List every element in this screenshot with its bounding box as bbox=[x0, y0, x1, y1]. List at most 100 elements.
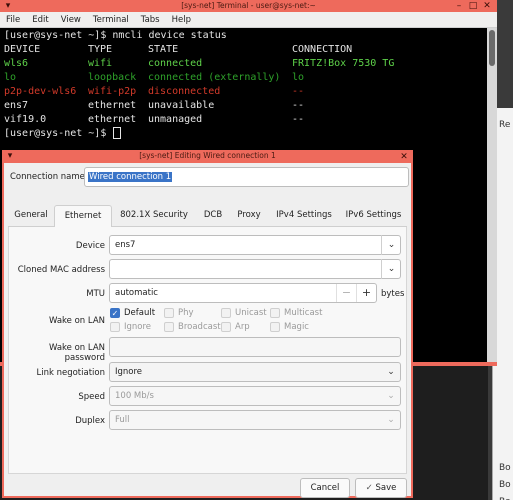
cell: wifi bbox=[88, 58, 113, 69]
tab-ipv4-settings[interactable]: IPv4 Settings bbox=[268, 205, 340, 227]
chevron-down-icon[interactable]: ⌄ bbox=[381, 235, 401, 255]
terminal-titlebar[interactable]: ▾ [sys-net] Terminal - user@sys-net:~ – … bbox=[0, 0, 497, 12]
duplex-value: Full bbox=[115, 415, 130, 425]
scrollbar-thumb[interactable] bbox=[489, 30, 495, 66]
wol-ignore-checkbox[interactable] bbox=[110, 322, 120, 332]
wol-broadcast-checkbox[interactable] bbox=[164, 322, 174, 332]
cell: unmanaged bbox=[148, 114, 203, 125]
save-button[interactable]: ✓ Save bbox=[355, 478, 407, 498]
mtu-unit: bytes bbox=[381, 289, 405, 299]
cloned-mac-combo[interactable]: ⌄ bbox=[109, 259, 401, 279]
cancel-button[interactable]: Cancel bbox=[300, 478, 350, 498]
duplex-combo[interactable]: Full ⌄ bbox=[109, 410, 401, 430]
cell: p2p-dev-wls6 bbox=[4, 86, 77, 97]
wol-unicast-label: Unicast bbox=[235, 308, 267, 318]
link-negotiation-combo[interactable]: Ignore ⌄ bbox=[109, 362, 401, 382]
menu-file[interactable]: File bbox=[0, 12, 26, 28]
wol-multicast-checkbox[interactable] bbox=[270, 308, 280, 318]
prompt: [user@sys-net ~]$ bbox=[4, 128, 113, 139]
close-icon[interactable]: ✕ bbox=[482, 1, 492, 11]
wol-broadcast-label: Broadcast bbox=[178, 322, 221, 332]
tab-ethernet[interactable]: Ethernet bbox=[54, 205, 112, 227]
device-label: Device bbox=[75, 241, 105, 251]
ethernet-panel: Device ens7 ⌄ Cloned MAC address ⌄ MTU a… bbox=[8, 227, 407, 474]
cell: -- bbox=[292, 114, 305, 125]
mtu-spinbox[interactable]: automatic − + bbox=[109, 283, 377, 303]
cell: ens7 bbox=[4, 100, 29, 111]
minimize-icon[interactable]: – bbox=[454, 1, 464, 11]
cursor bbox=[113, 127, 122, 139]
cell: loopback bbox=[88, 72, 137, 83]
device-row: ens7 ethernet unavailable -- bbox=[0, 99, 487, 113]
chevron-down-icon[interactable]: ⌄ bbox=[381, 362, 401, 382]
device-combo[interactable]: ens7 ⌄ bbox=[109, 235, 401, 255]
wol-arp-label: Arp bbox=[235, 322, 250, 332]
mtu-increment-button[interactable]: + bbox=[356, 284, 376, 302]
connection-name-value: Wired connection 1 bbox=[88, 172, 173, 182]
connection-name-label: Connection name bbox=[10, 172, 85, 182]
cell: -- bbox=[292, 86, 305, 97]
menu-view[interactable]: View bbox=[55, 12, 87, 28]
chevron-down-icon[interactable]: ⌄ bbox=[381, 410, 401, 430]
tab-bar: General Ethernet 802.1X Security DCB Pro… bbox=[8, 205, 407, 227]
save-label: Save bbox=[375, 483, 397, 493]
chevron-down-icon[interactable]: ⌄ bbox=[381, 386, 401, 406]
tab-ipv6-settings[interactable]: IPv6 Settings bbox=[340, 205, 407, 227]
wol-password-input[interactable] bbox=[109, 337, 401, 357]
menu-tabs[interactable]: Tabs bbox=[135, 12, 166, 28]
wol-phy-checkbox[interactable] bbox=[164, 308, 174, 318]
header-device: DEVICE bbox=[4, 44, 41, 55]
chevron-down-icon[interactable]: ⌄ bbox=[381, 259, 401, 279]
dialog-titlebar[interactable]: ▾ [sys-net] Editing Wired connection 1 ✕ bbox=[2, 150, 413, 163]
speed-combo[interactable]: 100 Mb/s ⌄ bbox=[109, 386, 401, 406]
menu-edit[interactable]: Edit bbox=[26, 12, 54, 28]
terminal-menubar: File Edit View Terminal Tabs Help bbox=[0, 12, 497, 28]
cell: connected bbox=[148, 58, 203, 69]
menu-help[interactable]: Help bbox=[166, 12, 197, 28]
header-connection: CONNECTION bbox=[292, 44, 353, 55]
header-state: STATE bbox=[148, 44, 179, 55]
close-icon[interactable]: ✕ bbox=[399, 152, 409, 162]
connection-name-input[interactable]: Wired connection 1 bbox=[84, 167, 409, 187]
cell: -- bbox=[292, 100, 305, 111]
wol-magic-label: Magic bbox=[284, 322, 309, 332]
wol-default-checkbox[interactable]: ✓ bbox=[110, 308, 120, 318]
speed-label: Speed bbox=[78, 392, 105, 402]
dialog-title: [sys-net] Editing Wired connection 1 bbox=[139, 151, 276, 160]
cell: lo bbox=[292, 72, 305, 83]
wol-default-label: Default bbox=[124, 308, 156, 318]
wol-ignore-label: Ignore bbox=[124, 322, 152, 332]
background-text: Re bbox=[499, 120, 511, 130]
tab-general[interactable]: General bbox=[8, 205, 54, 227]
tab-8021x-security[interactable]: 802.1X Security bbox=[112, 205, 196, 227]
mtu-decrement-button[interactable]: − bbox=[336, 284, 356, 302]
menu-terminal[interactable]: Terminal bbox=[87, 12, 135, 28]
speed-value: 100 Mb/s bbox=[115, 391, 154, 401]
maximize-icon[interactable]: □ bbox=[468, 1, 478, 11]
device-row: p2p-dev-wls6 wifi-p2p disconnected -- bbox=[0, 85, 487, 99]
cell: FRITZ!Box 7530 TG bbox=[292, 58, 395, 69]
device-row: lo loopback connected (externally) lo bbox=[0, 71, 487, 85]
wol-arp-checkbox[interactable] bbox=[221, 322, 231, 332]
device-row: wls6 wifi connected FRITZ!Box 7530 TG bbox=[0, 57, 487, 71]
cell: wls6 bbox=[4, 58, 29, 69]
terminal-scrollbar[interactable] bbox=[487, 28, 497, 362]
device-row: vif19.0 ethernet unmanaged -- bbox=[0, 113, 487, 127]
command: nmcli device status bbox=[112, 30, 227, 41]
terminal-title: [sys-net] Terminal - user@sys-net:~ bbox=[181, 1, 316, 10]
wol-magic-checkbox[interactable] bbox=[270, 322, 280, 332]
command-line: [user@sys-net ~]$ nmcli device status bbox=[0, 29, 487, 43]
background-text: Bo bbox=[499, 463, 511, 473]
tab-dcb[interactable]: DCB bbox=[196, 205, 230, 227]
wol-label: Wake on LAN bbox=[48, 316, 105, 326]
cloned-mac-label: Cloned MAC address bbox=[17, 265, 105, 275]
mtu-label: MTU bbox=[86, 289, 105, 299]
save-icon: ✓ bbox=[365, 483, 373, 493]
dialog-body: Connection name Wired connection 1 Gener… bbox=[4, 163, 411, 498]
cell: ethernet bbox=[88, 100, 137, 111]
header-type: TYPE bbox=[88, 44, 113, 55]
link-negotiation-value: Ignore bbox=[115, 367, 143, 377]
tab-proxy[interactable]: Proxy bbox=[230, 205, 268, 227]
wol-unicast-checkbox[interactable] bbox=[221, 308, 231, 318]
wol-password-label: Wake on LAN password bbox=[48, 343, 105, 363]
